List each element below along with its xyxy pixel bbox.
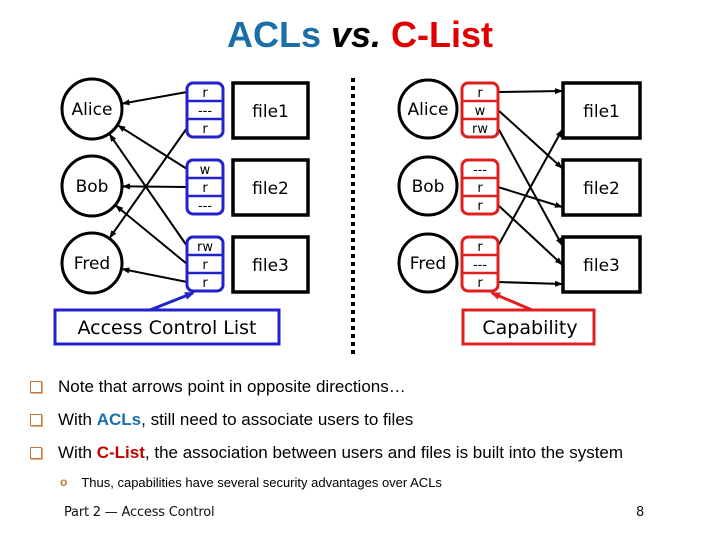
clist-file2: file2 [561, 158, 642, 217]
acl-entry: rw [197, 240, 213, 255]
capability-arrow-alice-to-file2 [497, 109, 563, 169]
acl-entry: r [202, 181, 208, 196]
acl-file1: r --- r file1 [185, 81, 310, 140]
bullet-item: With ACLs, still need to associate users… [28, 403, 708, 436]
acl-entry: r [202, 122, 208, 137]
acl-user-fred: Fred [60, 231, 124, 295]
acl-user-bob: Bob [60, 154, 124, 218]
acl-file3: rw rr file3 [185, 235, 310, 294]
user-name: Fred [74, 254, 110, 274]
square-bullet-icon [30, 446, 42, 459]
acl-arrow-file2-to-bob [121, 183, 188, 190]
clist-user-bob: Bob --- rr [397, 155, 500, 217]
clist-highlight: C-List [96, 442, 145, 462]
bullet-item: With C-List, the association between use… [28, 436, 708, 469]
square-bullet-icon [30, 380, 42, 393]
acl-arrow-file1-to-alice [121, 91, 188, 106]
capability-entry: rw [472, 122, 488, 137]
sub-bullet-item: o Thus, capabilities have several securi… [60, 469, 708, 495]
user-name: Alice [408, 100, 449, 120]
capability-arrow-alice-to-file1 [497, 88, 563, 95]
acls-highlight: ACLs [96, 409, 142, 429]
user-name: Bob [412, 177, 445, 197]
capability-entry: --- [473, 258, 487, 273]
file-name: file3 [252, 256, 289, 276]
capability-entry: w [475, 104, 486, 119]
acl-entry: --- [198, 104, 212, 119]
acl-arrow-file3-to-fred [121, 267, 188, 283]
bullet-item: Note that arrows point in opposite direc… [28, 370, 708, 403]
file-name: file1 [583, 102, 620, 122]
clist-file1: file1 [561, 81, 642, 140]
capability-arrow-bob-to-file3 [497, 204, 563, 266]
bullet-text: With C-List, the association between use… [58, 442, 624, 462]
footer-section-title: Part 2 — Access Control [64, 505, 215, 520]
acl-entry: r [202, 86, 208, 101]
acl-entry: --- [198, 199, 212, 214]
file-name: file1 [252, 102, 289, 122]
file-name: file2 [252, 179, 289, 199]
acl-entry: r [202, 258, 208, 273]
acl-file2: wr --- file2 [185, 158, 310, 217]
sub-bullet-text: Thus, capabilities have several security… [81, 474, 442, 490]
capability-entry: r [477, 199, 483, 214]
acl-vs-clist-diagram: AliceBobFredr---rfile1wr---file2rwrrfile… [53, 77, 642, 356]
capability-arrow-fred-to-file3 [497, 280, 563, 287]
capability-entry: r [477, 86, 483, 101]
acl-entry: w [200, 163, 211, 178]
clist-file3: file3 [561, 235, 642, 294]
user-name: Bob [76, 177, 109, 197]
bullet-text: Note that arrows point in opposite direc… [58, 376, 406, 396]
bullet-list: Note that arrows point in opposite direc… [28, 370, 708, 495]
acl-user-alice: Alice [60, 77, 124, 141]
capability-entry: r [477, 181, 483, 196]
user-name: Alice [72, 100, 113, 120]
acl-arrow-file3-to-bob [115, 204, 188, 265]
capability-entry: r [477, 276, 483, 291]
capability-entry: --- [473, 163, 487, 178]
acl-label-connector [149, 291, 195, 312]
clist-user-fred: Fred r --- r [397, 232, 500, 294]
square-bullet-icon [30, 413, 42, 426]
capability-entry: r [477, 240, 483, 255]
capability-label: Capability [482, 317, 577, 339]
bullet-text: With ACLs, still need to associate users… [58, 409, 414, 429]
page-number: 8 [636, 505, 645, 520]
file-name: file3 [583, 256, 620, 276]
acl-label: Access Control List [77, 317, 256, 339]
user-name: Fred [410, 254, 446, 274]
file-name: file2 [583, 179, 620, 199]
circle-bullet-icon: o [60, 475, 68, 489]
clist-user-alice: Alice rw rw [397, 78, 500, 140]
capability-label-connector [490, 291, 533, 312]
acl-entry: r [202, 276, 208, 291]
